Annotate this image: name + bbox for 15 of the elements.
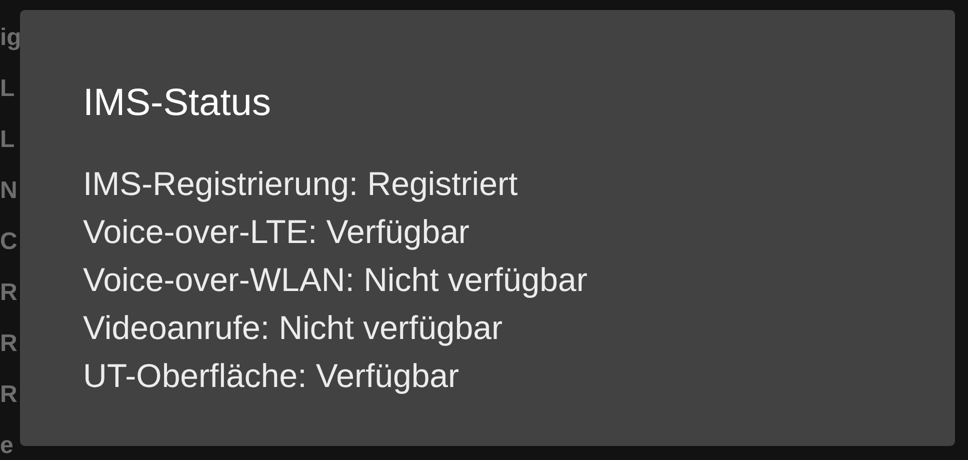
list-text: R (0, 380, 18, 410)
list-text: C (0, 227, 18, 257)
status-line: Voice-over-WLAN: Nicht verfügbar (83, 260, 588, 300)
list-text: L (0, 125, 15, 155)
list-text: N (0, 176, 18, 206)
list-text: R (0, 278, 18, 308)
list-text: ig (0, 23, 22, 53)
list-text: e (0, 431, 14, 460)
list-text: R (0, 329, 18, 359)
status-line: UT-Oberfläche: Verfügbar (83, 356, 460, 396)
list-text: L (0, 74, 15, 104)
status-line: IMS-Registrierung: Registriert (83, 164, 519, 204)
dialog-title: IMS-Status (83, 81, 272, 126)
status-line: Voice-over-LTE: Verfügbar (83, 212, 470, 252)
status-line: Videoanrufe: Nicht verfügbar (83, 308, 504, 348)
